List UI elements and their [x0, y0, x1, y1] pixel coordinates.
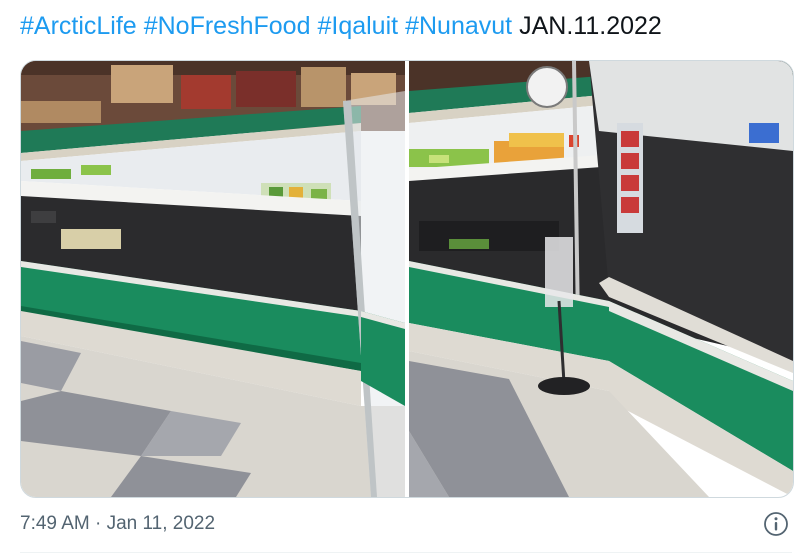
tweet-text: #ArcticLife #NoFreshFood #Iqaluit #Nunavut J…	[20, 10, 662, 42]
hashtag-arcticlife[interactable]: #ArcticLife	[20, 12, 137, 40]
tweet: #ArcticLife #NoFreshFood #Iqaluit #Nunavut J…	[0, 0, 803, 557]
hashtag-iqaluit[interactable]: #Iqaluit	[317, 12, 398, 40]
tweet-date-text: JAN.11.2022	[519, 12, 662, 40]
photo-empty-fridge-right[interactable]	[409, 61, 793, 497]
photo-left-image	[21, 61, 405, 497]
photo-right-image	[409, 61, 793, 497]
hashtag-nunavut[interactable]: #Nunavut	[405, 12, 512, 40]
photo-empty-fridge-left[interactable]	[21, 61, 405, 497]
hashtag-nofreshfood[interactable]: #NoFreshFood	[144, 12, 311, 40]
info-button[interactable]	[763, 511, 789, 537]
media-grid	[20, 60, 794, 498]
divider	[20, 552, 792, 553]
tweet-timestamp[interactable]: 7:49 AM · Jan 11, 2022	[20, 512, 215, 536]
info-circle-icon	[764, 512, 788, 536]
